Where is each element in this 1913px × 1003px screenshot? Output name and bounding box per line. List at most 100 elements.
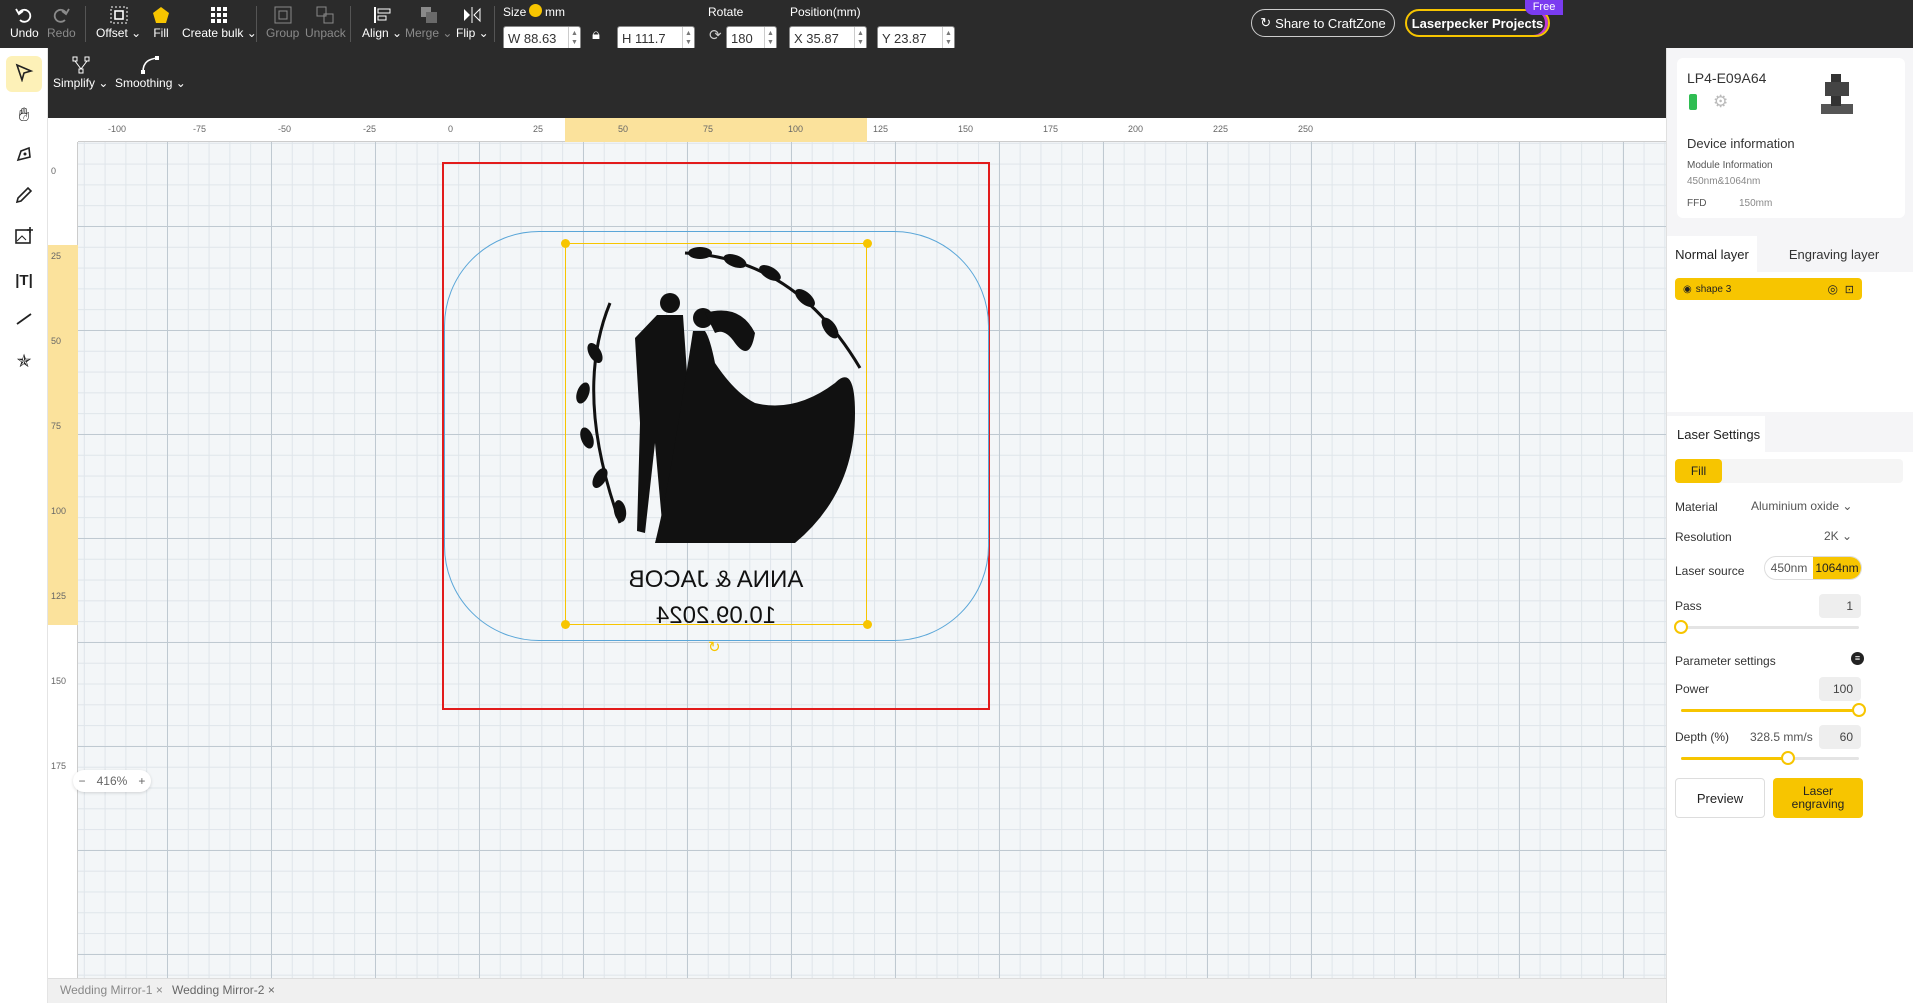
pen-tool[interactable]	[6, 138, 42, 174]
gear-icon[interactable]: ⚙	[1713, 92, 1728, 112]
top-toolbar: Undo Redo Offset ⌄ Fill Create bulk ⌄ Gr…	[0, 0, 1913, 50]
rotate-input[interactable]: 180 ▲ ▼	[726, 26, 777, 50]
simplify-button[interactable]: Simplify ⌄	[53, 54, 108, 90]
mode-fill-button[interactable]: Fill	[1675, 459, 1722, 483]
ruler-tick-label: 100	[788, 124, 804, 134]
ruler-tick-label: 200	[1128, 124, 1144, 134]
connection-status-icon	[1689, 94, 1697, 110]
depth-label: Depth (%)	[1675, 730, 1730, 744]
depth-input[interactable]: 60	[1819, 725, 1861, 749]
line-tool[interactable]	[6, 303, 42, 339]
height-input[interactable]: H 111.7 ▲ ▼	[617, 26, 695, 50]
ruler-tick-label: 50	[51, 336, 62, 346]
zoom-out-button[interactable]: −	[79, 774, 86, 788]
laser-engraving-button[interactable]: Laser engraving	[1773, 778, 1863, 818]
star-shape-icon: ✯	[16, 350, 32, 371]
material-label: Material	[1675, 500, 1718, 514]
undo-icon	[14, 4, 34, 26]
layer-item[interactable]: ◉ shape 3 ◎ ⊡	[1675, 278, 1862, 300]
wedding-date-text[interactable]: 10.09.2024	[565, 602, 867, 630]
position-y-input[interactable]: Y 23.87 ▲ ▼	[877, 26, 955, 50]
zoom-in-button[interactable]: +	[138, 774, 145, 788]
device-name: LP4-E09A64	[1687, 70, 1767, 86]
hand-tool[interactable]: ✋︎	[6, 98, 42, 134]
material-select[interactable]: Aluminium oxide ⌄	[1751, 499, 1852, 513]
create-bulk-button[interactable]: Create bulk ⌄	[182, 4, 257, 40]
resolution-label: Resolution	[1675, 530, 1732, 544]
device-card[interactable]: LP4-E09A64 ⚙ Device information Module I…	[1677, 58, 1905, 218]
close-icon[interactable]: ×	[156, 983, 163, 997]
horizontal-ruler	[78, 118, 1666, 142]
select-tool[interactable]	[6, 56, 42, 92]
ruler-tick-label: 25	[533, 124, 544, 134]
module-info-label: Module Information	[1687, 160, 1773, 171]
power-label: Power	[1675, 682, 1710, 696]
file-tab-1[interactable]: Wedding Mirror-1 ×	[60, 983, 163, 997]
pass-slider-track[interactable]	[1681, 626, 1859, 629]
vertical-ruler	[48, 142, 78, 978]
position-x-input[interactable]: X 35.87 ▲ ▼	[789, 26, 867, 50]
share-craftzone-button[interactable]: ↻ Share to CraftZone	[1251, 9, 1395, 37]
align-button[interactable]: Align ⌄	[362, 4, 402, 40]
unpack-button[interactable]: Unpack	[305, 4, 346, 40]
power-input[interactable]: 100	[1819, 677, 1861, 701]
hand-icon: ✋︎	[18, 105, 30, 126]
text-icon: |T|	[15, 271, 33, 289]
text-tool[interactable]: |T|	[6, 262, 42, 298]
canvas-area[interactable]: -100 -75 -50 -25 0 25 50 75 100 125 150 175 200 225 25…	[48, 118, 1666, 978]
ruler-tick-label: 125	[51, 591, 67, 601]
merge-button[interactable]: Merge ⌄	[405, 4, 452, 40]
preview-button[interactable]: Preview	[1675, 778, 1765, 818]
source-450nm-option[interactable]: 450nm	[1765, 557, 1813, 579]
flip-button[interactable]: Flip ⌄	[456, 4, 489, 40]
unit-toggle-icon[interactable]	[529, 4, 542, 17]
resolution-select[interactable]: 2K ⌄	[1824, 529, 1852, 543]
laser-source-toggle: 450nm 1064nm	[1764, 556, 1862, 580]
close-icon[interactable]: ×	[268, 983, 275, 997]
tab-normal-layer[interactable]: Normal layer	[1667, 236, 1757, 272]
depth-slider-fill	[1681, 757, 1788, 760]
pencil-tool[interactable]	[6, 179, 42, 215]
ruler-tick-label: 175	[51, 761, 67, 771]
ruler-tick-label: 25	[51, 251, 62, 261]
shape-tool[interactable]: ✯	[6, 343, 42, 379]
couple-names-text[interactable]: ANNA & JACOB	[565, 566, 867, 594]
source-1064nm-option[interactable]: 1064nm	[1813, 557, 1861, 579]
depth-slider-knob[interactable]	[1780, 751, 1795, 765]
width-input[interactable]: W 88.63 ▲ ▼	[503, 26, 581, 50]
parameter-menu-icon[interactable]: ≡	[1851, 652, 1864, 665]
image-tool[interactable]	[6, 220, 42, 256]
laser-settings-tab[interactable]: Laser Settings	[1667, 416, 1765, 452]
grid-icon	[210, 4, 228, 26]
undo-button[interactable]: Undo	[10, 4, 39, 40]
offset-button[interactable]: Offset ⌄	[96, 4, 141, 40]
smoothing-button[interactable]: Smoothing ⌄	[115, 54, 186, 90]
group-button[interactable]: Group	[266, 4, 299, 40]
line-icon	[14, 309, 34, 334]
ruler-tick-label: 75	[703, 124, 714, 134]
sub-toolbar: Simplify ⌄ Smoothing ⌄	[48, 48, 1666, 118]
rotate-handle-icon[interactable]: ↻	[708, 638, 721, 656]
file-tabs-bar: Wedding Mirror-1 × Wedding Mirror-2 ×	[48, 978, 1666, 1003]
pencil-icon	[14, 185, 34, 210]
simplify-icon	[71, 54, 91, 76]
tab-engraving-layer[interactable]: Engraving layer	[1759, 236, 1909, 272]
power-slider-knob[interactable]	[1852, 703, 1866, 717]
eye-icon[interactable]: ◎	[1828, 282, 1838, 296]
device-image-icon	[1821, 74, 1853, 114]
pass-input[interactable]: 1	[1819, 594, 1861, 618]
lock-ratio-icon[interactable]: 🔒︎	[592, 26, 600, 43]
lock-icon[interactable]: ⊡	[1845, 283, 1854, 296]
fill-button[interactable]: Fill	[151, 4, 171, 40]
pass-slider-knob[interactable]	[1674, 620, 1688, 634]
couple-wreath-artwork[interactable]	[565, 243, 867, 543]
free-badge: Free	[1525, 0, 1563, 15]
size-label: Size	[503, 5, 527, 19]
laser-source-label: Laser source	[1675, 564, 1745, 578]
group-icon	[273, 4, 293, 26]
parameter-settings-title: Parameter settings	[1675, 654, 1776, 668]
file-tab-2[interactable]: Wedding Mirror-2 ×	[172, 983, 275, 997]
ruler-tick-label: 50	[618, 124, 629, 134]
redo-button[interactable]: Redo	[47, 4, 76, 40]
ruler-tick-label: 100	[51, 506, 67, 516]
